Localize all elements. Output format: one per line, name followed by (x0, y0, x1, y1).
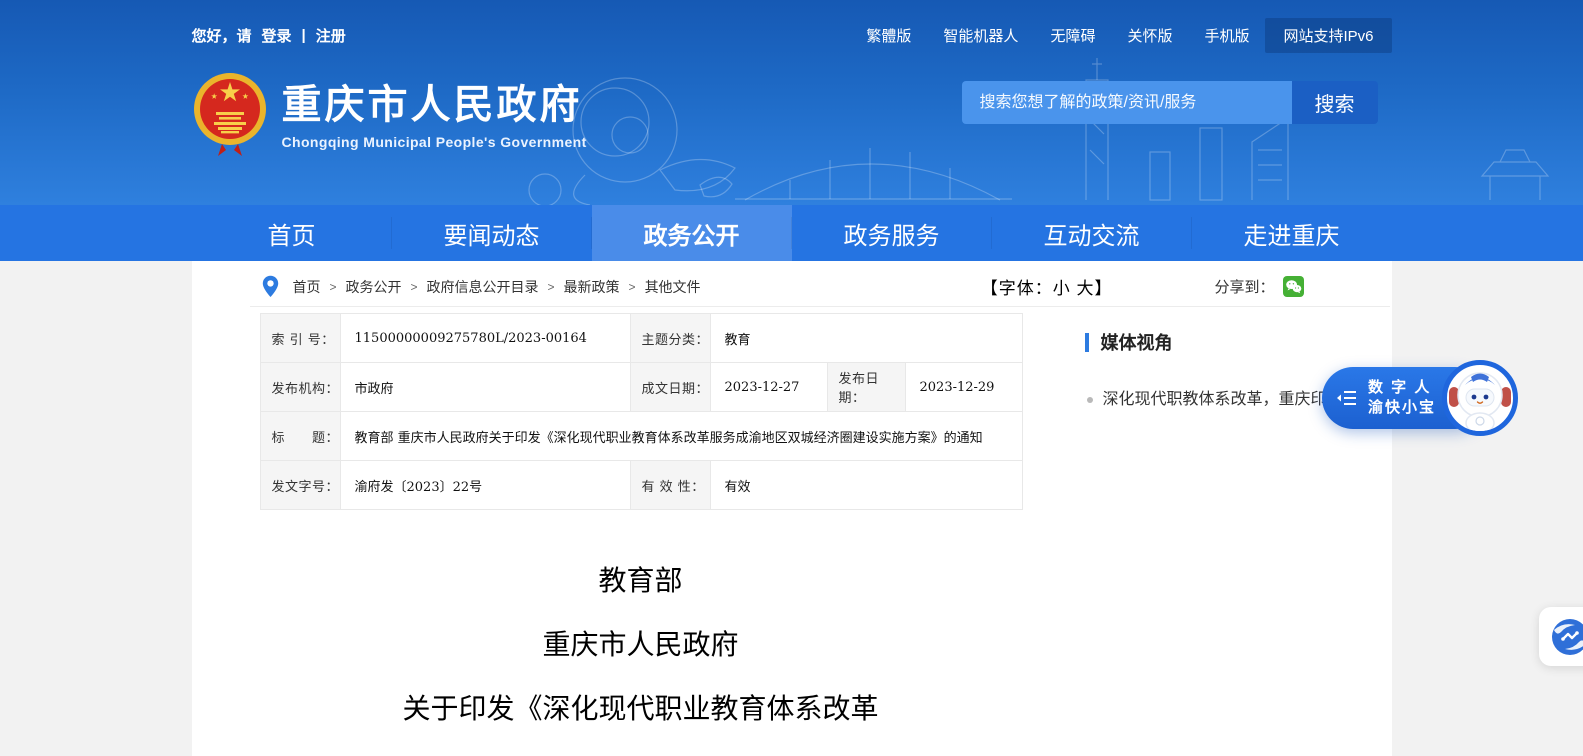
greeting-text: 您好，请 (192, 25, 252, 46)
breadcrumb-separator: > (548, 280, 555, 294)
site-name-english: Chongqing Municipal People's Government (282, 134, 587, 150)
publish-date-label: 发布日期： (827, 363, 905, 412)
breadcrumb-latest-policies[interactable]: 最新政策 (564, 277, 620, 297)
topic-category-value: 教育 (710, 314, 1022, 363)
site-header: 您好，请 登录 | 注册 繁體版 智能机器人 无障碍 关怀版 手机版 网站支持I… (0, 0, 1583, 205)
breadcrumb-gov-info[interactable]: 政务公开 (346, 277, 402, 297)
breadcrumb: 首页 > 政务公开 > 政府信息公开目录 > 最新政策 > 其他文件 【字体：小… (250, 275, 1390, 307)
location-pin-icon (262, 275, 279, 298)
font-size-suffix: 】 (1094, 279, 1112, 298)
nav-item-gov-services[interactable]: 政务服务 (792, 205, 992, 261)
index-number-label: 索 引 号： (260, 314, 340, 363)
page: 您好，请 登录 | 注册 繁體版 智能机器人 无障碍 关怀版 手机版 网站支持I… (0, 0, 1583, 756)
document-title-line: 关于印发《深化现代职业教育体系改革 (260, 677, 1022, 741)
section-accent-bar (1085, 333, 1089, 352)
main-nav: 首页 要闻动态 政务公开 政务服务 互动交流 走进重庆 (0, 205, 1583, 261)
topbar-account: 您好，请 登录 | 注册 (192, 25, 346, 46)
document-title: 教育部 重庆市人民政府 关于印发《深化现代职业教育体系改革 (260, 549, 1022, 741)
topbar-links: 繁體版 智能机器人 无障碍 关怀版 手机版 网站支持IPv6 (850, 18, 1391, 53)
document-title-line: 重庆市人民政府 (260, 613, 1022, 677)
validity-value: 有效 (710, 461, 1022, 510)
written-date-value: 2023-12-27 (710, 363, 827, 412)
assistant-text: 数 字 人 渝快小宝 (1368, 378, 1436, 418)
wechat-share-icon[interactable] (1283, 276, 1304, 297)
bullet-icon (1087, 397, 1093, 403)
digital-assistant-widget[interactable]: 数 字 人 渝快小宝 (1322, 360, 1518, 436)
search-button[interactable]: 搜索 (1292, 81, 1378, 124)
font-size-large-button[interactable]: 大 (1076, 279, 1094, 298)
table-row: 标 题： 教育部 重庆市人民政府关于印发《深化现代职业教育体系改革服务成渝地区双… (260, 412, 1022, 461)
assistant-label-line1: 数 字 人 (1368, 378, 1436, 398)
topbar-divider: | (302, 27, 306, 44)
breadcrumb-home[interactable]: 首页 (293, 277, 321, 297)
document-meta-table: 索 引 号： 11500000009275780L/2023-00164 主题分… (260, 313, 1023, 510)
topic-category-label: 主题分类： (630, 314, 710, 363)
breadcrumb-info-catalog[interactable]: 政府信息公开目录 (427, 277, 539, 297)
floating-share-button[interactable] (1539, 607, 1583, 666)
share-group: 分享到： (1214, 276, 1303, 297)
nav-item-gov-info[interactable]: 政务公开 (592, 205, 792, 261)
written-date-label: 成文日期： (630, 363, 710, 412)
assistant-label-line2: 渝快小宝 (1368, 398, 1436, 418)
content-area: 首页 > 政务公开 > 政府信息公开目录 > 最新政策 > 其他文件 【字体：小… (192, 261, 1392, 756)
document-number-value: 渝府发〔2023〕22号 (340, 461, 630, 510)
media-perspective-header: 媒体视角 (1085, 329, 1391, 355)
robot-mascot-icon (1447, 365, 1513, 431)
search-box: 搜索 (962, 81, 1378, 124)
register-link[interactable]: 注册 (316, 25, 346, 46)
assistant-menu-icon (1336, 387, 1358, 409)
document-number-label: 发文字号： (260, 461, 340, 510)
ipv6-badge[interactable]: 网站支持IPv6 (1265, 18, 1391, 53)
site-logo[interactable]: 重庆市人民政府 Chongqing Municipal People's Gov… (192, 68, 587, 158)
national-emblem-icon (192, 68, 268, 158)
font-size-prefix: 【字体： (981, 279, 1053, 298)
table-row: 发文字号： 渝府发〔2023〕22号 有 效 性： 有效 (260, 461, 1022, 510)
title-value: 教育部 重庆市人民政府关于印发《深化现代职业教育体系改革服务成渝地区双城经济圈建… (340, 412, 1022, 461)
topbar: 您好，请 登录 | 注册 繁體版 智能机器人 无障碍 关怀版 手机版 网站支持I… (192, 18, 1392, 53)
nav-item-interaction[interactable]: 互动交流 (992, 205, 1192, 261)
font-size-widget: 【字体：小 大】 (981, 274, 1113, 299)
breadcrumb-separator: > (330, 280, 337, 294)
breadcrumb-other-documents[interactable]: 其他文件 (645, 277, 701, 297)
share-label: 分享到： (1214, 276, 1274, 297)
nav-item-home[interactable]: 首页 (192, 205, 392, 261)
traditional-chinese-link[interactable]: 繁體版 (850, 18, 927, 53)
robot-mascot-avatar[interactable] (1442, 360, 1518, 436)
nav-item-news[interactable]: 要闻动态 (392, 205, 592, 261)
share-app-icon (1551, 618, 1583, 656)
validity-label: 有 效 性： (630, 461, 710, 510)
mobile-version-link[interactable]: 手机版 (1188, 18, 1265, 53)
publish-date-value: 2023-12-29 (905, 363, 1022, 412)
issuing-agency-label: 发布机构： (260, 363, 340, 412)
breadcrumb-separator: > (411, 280, 418, 294)
font-size-small-button[interactable]: 小 (1053, 279, 1071, 298)
title-label: 标 题： (260, 412, 340, 461)
table-row: 发布机构： 市政府 成文日期： 2023-12-27 发布日期： 2023-12… (260, 363, 1022, 412)
table-row: 索 引 号： 11500000009275780L/2023-00164 主题分… (260, 314, 1022, 363)
accessibility-link[interactable]: 无障碍 (1034, 18, 1111, 53)
site-name: 重庆市人民政府 (282, 82, 587, 128)
nav-item-about-chongqing[interactable]: 走进重庆 (1192, 205, 1392, 261)
index-number-value: 11500000009275780L/2023-00164 (340, 314, 630, 363)
care-version-link[interactable]: 关怀版 (1111, 18, 1188, 53)
issuing-agency-value: 市政府 (340, 363, 630, 412)
document-title-line: 教育部 (260, 549, 1022, 613)
media-perspective-title: 媒体视角 (1101, 329, 1173, 355)
logo-text: 重庆市人民政府 Chongqing Municipal People's Gov… (282, 68, 587, 150)
breadcrumb-separator: > (629, 280, 636, 294)
search-input[interactable] (962, 81, 1292, 124)
smart-robot-link[interactable]: 智能机器人 (927, 18, 1034, 53)
login-link[interactable]: 登录 (262, 25, 292, 46)
